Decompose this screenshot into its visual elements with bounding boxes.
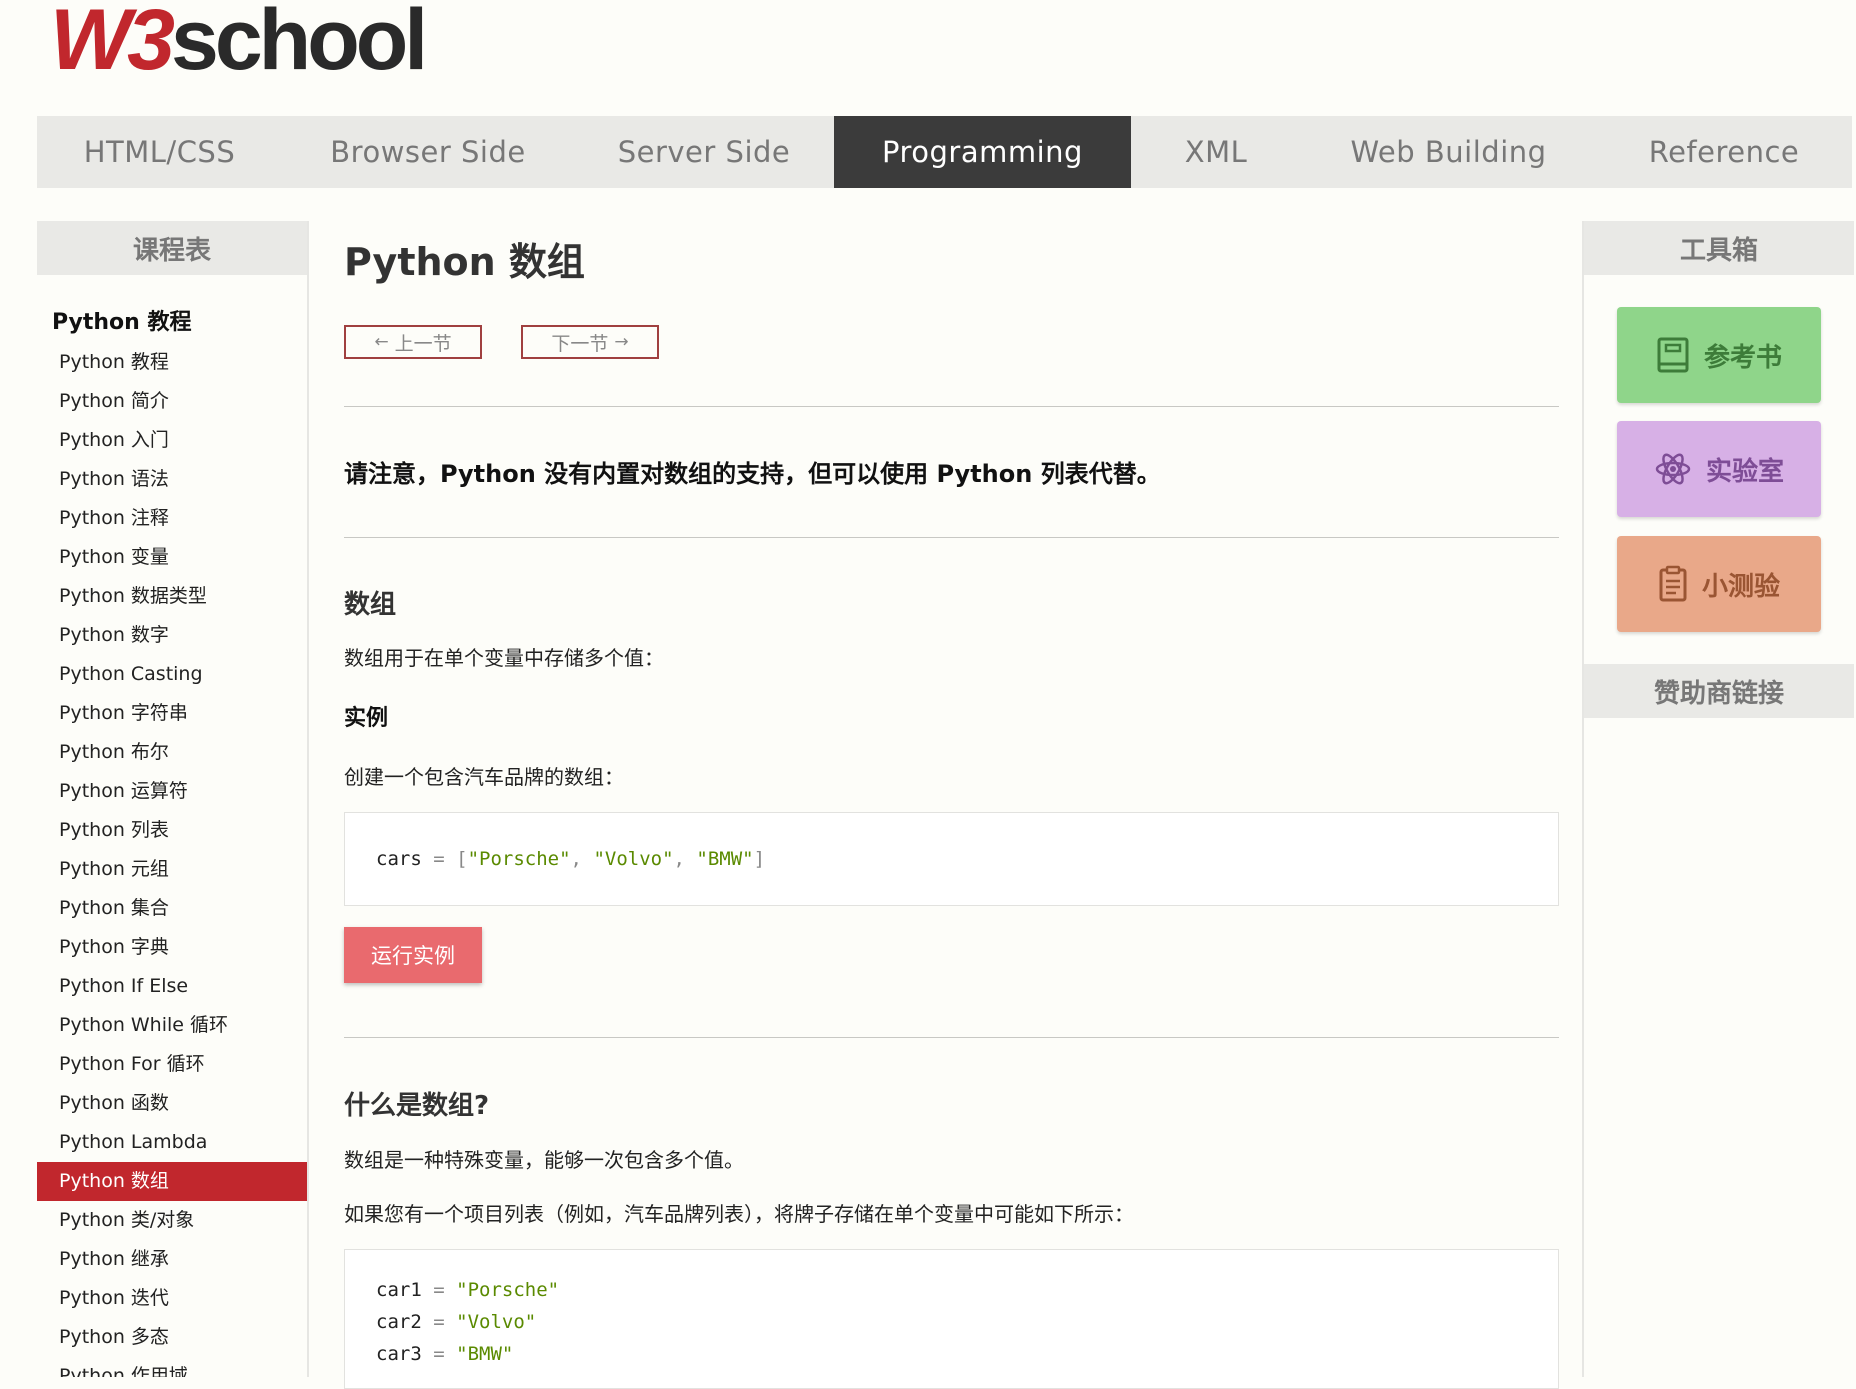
prev-button-label: 上一节 xyxy=(394,332,452,355)
section2-text2: 如果您有一个项目列表（例如，汽车品牌列表），将牌子存储在单个变量中可能如下所示： xyxy=(344,1202,1134,1226)
tab-browser-side[interactable]: Browser Side xyxy=(282,116,574,188)
code-line: car2 = "Volvo" xyxy=(376,1311,537,1333)
tab-web-building[interactable]: Web Building xyxy=(1301,116,1596,188)
book-icon xyxy=(1657,337,1689,373)
divider xyxy=(344,1037,1559,1038)
sidebar-item[interactable]: Python 字典 xyxy=(37,928,307,967)
sidebar-item[interactable]: Python 作用域 xyxy=(37,1357,307,1377)
sidebar-item[interactable]: Python While 循环 xyxy=(37,1006,307,1045)
right-sidebar: 工具箱 参考书 实验室 小测验 赞助商链接 xyxy=(1582,221,1854,1377)
tab-xml[interactable]: XML xyxy=(1131,116,1301,188)
section-text: 数组用于在单个变量中存储多个值： xyxy=(344,646,664,670)
sidebar-item[interactable]: Python 运算符 xyxy=(37,772,307,811)
sidebar-item[interactable]: Python 集合 xyxy=(37,889,307,928)
tab-programming[interactable]: Programming xyxy=(834,116,1131,188)
section-heading-array: 数组 xyxy=(344,590,397,620)
code-line: car1 = "Porsche" xyxy=(376,1279,560,1301)
sidebar-item[interactable]: Python For 循环 xyxy=(37,1045,307,1084)
lab-label: 实验室 xyxy=(1705,456,1784,487)
divider xyxy=(344,537,1559,538)
tab-reference[interactable]: Reference xyxy=(1596,116,1852,188)
sidebar-item[interactable]: Python 元组 xyxy=(37,850,307,889)
sponsor-heading: 赞助商链接 xyxy=(1584,664,1854,718)
arrow-right-icon: → xyxy=(614,332,629,352)
arrow-left-icon: ← xyxy=(374,332,389,352)
quiz-button[interactable]: 小测验 xyxy=(1617,536,1821,632)
atom-icon xyxy=(1655,453,1691,485)
logo-w3: W3 xyxy=(50,0,175,88)
sidebar-title: Python 教程 xyxy=(52,310,192,335)
sidebar-heading: 课程表 xyxy=(37,221,307,275)
left-sidebar: 课程表 Python 教程 Python 教程 Python 简介 Python 入… xyxy=(37,221,309,1377)
sidebar-item[interactable]: Python 注释 xyxy=(37,499,307,538)
sidebar-item[interactable]: Python 布尔 xyxy=(37,733,307,772)
sidebar-item[interactable]: Python 数据类型 xyxy=(37,577,307,616)
sidebar-item[interactable]: Python If Else xyxy=(37,967,307,1006)
code-block: cars = ["Porsche", "Volvo", "BMW"] xyxy=(344,812,1559,906)
sidebar-item[interactable]: Python 教程 xyxy=(37,343,307,382)
run-example-button[interactable]: 运行实例 xyxy=(344,927,482,983)
example-heading: 实例 xyxy=(344,706,389,731)
page-title: Python 数组 xyxy=(344,240,585,284)
code-line: cars = ["Porsche", "Volvo", "BMW"] xyxy=(376,848,766,870)
sidebar-item[interactable]: Python 变量 xyxy=(37,538,307,577)
sidebar-item[interactable]: Python 语法 xyxy=(37,460,307,499)
tab-server-side[interactable]: Server Side xyxy=(574,116,834,188)
sidebar-item[interactable]: Python Lambda xyxy=(37,1123,307,1162)
sidebar-item[interactable]: Python Casting xyxy=(37,655,307,694)
quiz-label: 小测验 xyxy=(1701,571,1780,602)
section-heading-what-is-array: 什么是数组? xyxy=(344,1091,490,1121)
sidebar-list: Python 教程 Python 简介 Python 入门 Python 语法 Pyth… xyxy=(37,343,307,1377)
logo-school: school xyxy=(171,0,428,88)
top-navigation: HTML/CSS Browser Side Server Side Progra… xyxy=(37,116,1852,188)
clipboard-icon xyxy=(1659,565,1687,602)
prev-button[interactable]: ← 上一节 xyxy=(344,325,482,359)
divider xyxy=(344,406,1559,407)
code-line: car3 = "BMW" xyxy=(376,1343,514,1365)
tab-html-css[interactable]: HTML/CSS xyxy=(37,116,282,188)
sidebar-item[interactable]: Python 列表 xyxy=(37,811,307,850)
sidebar-item[interactable]: Python 迭代 xyxy=(37,1279,307,1318)
sidebar-item[interactable]: Python 继承 xyxy=(37,1240,307,1279)
example-text: 创建一个包含汽车品牌的数组： xyxy=(344,765,624,789)
reference-button[interactable]: 参考书 xyxy=(1617,307,1821,403)
site-logo[interactable]: W3 school xyxy=(50,0,428,88)
reference-label: 参考书 xyxy=(1703,342,1782,373)
sidebar-item[interactable]: Python 字符串 xyxy=(37,694,307,733)
note-text: 请注意，Python 没有内置对数组的支持，但可以使用 Python 列表代替。 xyxy=(344,460,1161,488)
sidebar-item[interactable]: Python 多态 xyxy=(37,1318,307,1357)
code-block: car1 = "Porsche" car2 = "Volvo" car3 = "… xyxy=(344,1249,1559,1389)
sidebar-item[interactable]: Python 函数 xyxy=(37,1084,307,1123)
sidebar-item[interactable]: Python 类/对象 xyxy=(37,1201,307,1240)
toolbox-heading: 工具箱 xyxy=(1584,221,1854,275)
sidebar-item[interactable]: Python 数字 xyxy=(37,616,307,655)
sidebar-item[interactable]: Python 数组 xyxy=(37,1162,307,1201)
sidebar-item[interactable]: Python 简介 xyxy=(37,382,307,421)
section2-text1: 数组是一种特殊变量，能够一次包含多个值。 xyxy=(344,1148,744,1172)
sidebar-item[interactable]: Python 入门 xyxy=(37,421,307,460)
next-button-label: 下一节 xyxy=(551,332,609,355)
next-button[interactable]: 下一节 → xyxy=(521,325,659,359)
lab-button[interactable]: 实验室 xyxy=(1617,421,1821,517)
